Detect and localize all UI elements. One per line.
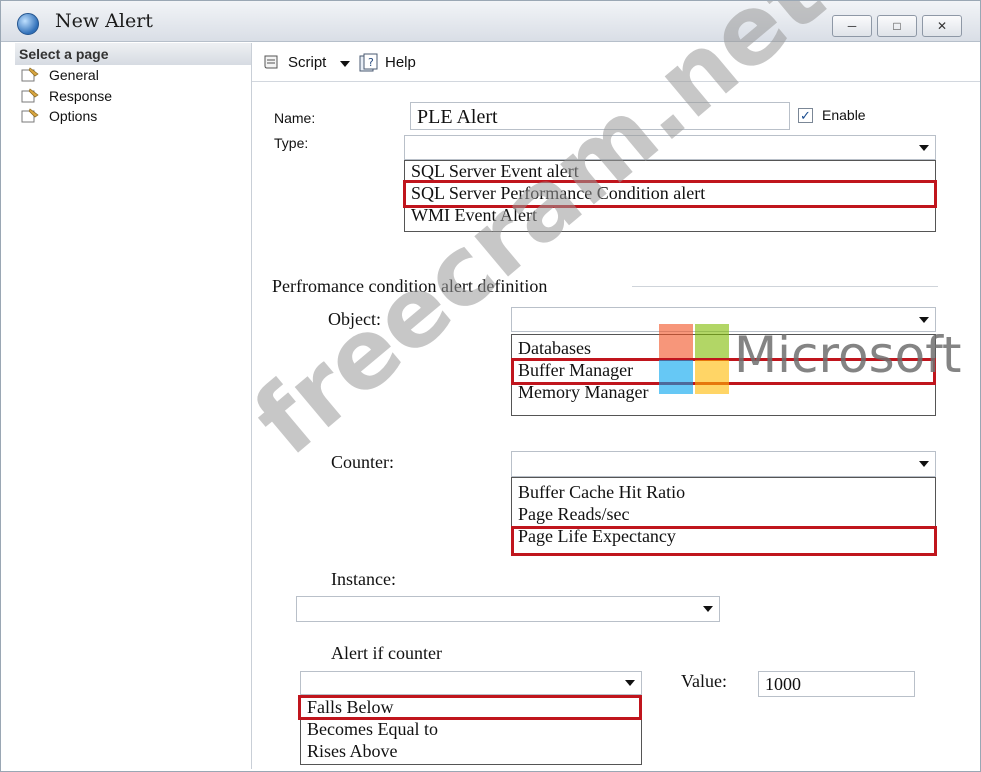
highlight-type-selection — [403, 180, 937, 208]
highlight-alert-if-selection — [298, 695, 642, 720]
name-field[interactable]: PLE Alert — [410, 102, 790, 130]
minimize-button[interactable]: ─ — [832, 15, 872, 37]
ms-logo-square-yellow — [695, 360, 729, 394]
name-label: Name: — [274, 110, 316, 126]
app-icon — [17, 13, 39, 35]
sidebar-item-label: Response — [49, 88, 113, 104]
alert-if-option[interactable]: Rises Above — [307, 741, 398, 762]
maximize-button[interactable]: □ — [877, 15, 917, 37]
counter-option[interactable]: Buffer Cache Hit Ratio — [518, 482, 685, 503]
chevron-down-icon — [703, 606, 713, 612]
type-label: Type: — [274, 135, 309, 151]
page-wrench-icon — [21, 108, 39, 123]
microsoft-logo-text: Microsoft — [734, 326, 962, 384]
type-dropdown[interactable] — [404, 135, 936, 160]
instance-label: Instance: — [331, 569, 396, 589]
script-button[interactable]: Script — [262, 53, 338, 73]
help-button[interactable]: ? Help — [358, 53, 418, 73]
enable-label: Enable — [822, 107, 866, 123]
counter-label: Counter: — [331, 452, 394, 472]
general-page-content: Name: PLE Alert ✓ Enable Type: SQL Serve… — [252, 82, 980, 771]
select-page-header: Select a page — [15, 43, 251, 65]
value-label: Value: — [681, 671, 727, 691]
close-icon: ✕ — [936, 19, 948, 33]
type-option[interactable]: WMI Event Alert — [411, 205, 537, 226]
minimize-icon: ─ — [847, 19, 857, 33]
chevron-down-icon — [919, 316, 929, 323]
script-dropdown-button[interactable] — [338, 53, 352, 73]
type-option[interactable]: SQL Server Event alert — [411, 161, 579, 182]
toolbar: Script ? Help — [252, 43, 980, 82]
sidebar-item-label: Options — [49, 108, 98, 124]
chevron-down-icon — [919, 461, 929, 467]
section-title: Perfromance condition alert definition — [272, 276, 548, 296]
counter-dropdown[interactable] — [511, 451, 936, 477]
chevron-down-icon — [625, 680, 635, 686]
page-wrench-icon — [21, 88, 39, 103]
title-bar: New Alert ─ □ ✕ — [1, 1, 980, 42]
alert-if-dropdown[interactable] — [300, 671, 642, 695]
enable-checkbox[interactable]: ✓ — [798, 108, 813, 123]
maximize-icon: □ — [893, 19, 901, 33]
svg-text:?: ? — [368, 56, 374, 69]
window-title: New Alert — [55, 10, 153, 32]
alert-if-option[interactable]: Becomes Equal to — [307, 719, 438, 740]
ms-logo-square-green — [695, 324, 729, 358]
page-wrench-icon — [21, 67, 39, 82]
new-alert-window: New Alert ─ □ ✕ Select a page General Re… — [0, 0, 981, 772]
object-option[interactable]: Databases — [518, 338, 591, 359]
value-field[interactable]: 1000 — [758, 671, 915, 697]
counter-option[interactable]: Page Reads/sec — [518, 504, 629, 525]
alert-if-label: Alert if counter — [331, 643, 442, 663]
section-divider — [632, 286, 938, 287]
sidebar-item-label: General — [49, 67, 99, 83]
ms-logo-square-blue — [659, 360, 693, 394]
chevron-down-icon — [919, 144, 929, 151]
page-selector-pane: Select a page General Response Options — [13, 43, 252, 769]
chevron-down-icon — [340, 61, 350, 67]
instance-dropdown[interactable] — [296, 596, 720, 622]
script-label: Script — [288, 54, 327, 71]
check-icon: ✓ — [800, 108, 811, 123]
object-label: Object: — [328, 309, 381, 329]
object-option[interactable]: Memory Manager — [518, 382, 648, 403]
help-icon: ? — [359, 53, 378, 72]
highlight-counter-selection — [511, 526, 937, 556]
name-value: PLE Alert — [417, 106, 498, 128]
value-text: 1000 — [765, 674, 801, 694]
script-icon — [264, 55, 278, 69]
ms-logo-square-red — [659, 324, 693, 358]
help-label: Help — [385, 54, 416, 71]
close-button[interactable]: ✕ — [922, 15, 962, 37]
